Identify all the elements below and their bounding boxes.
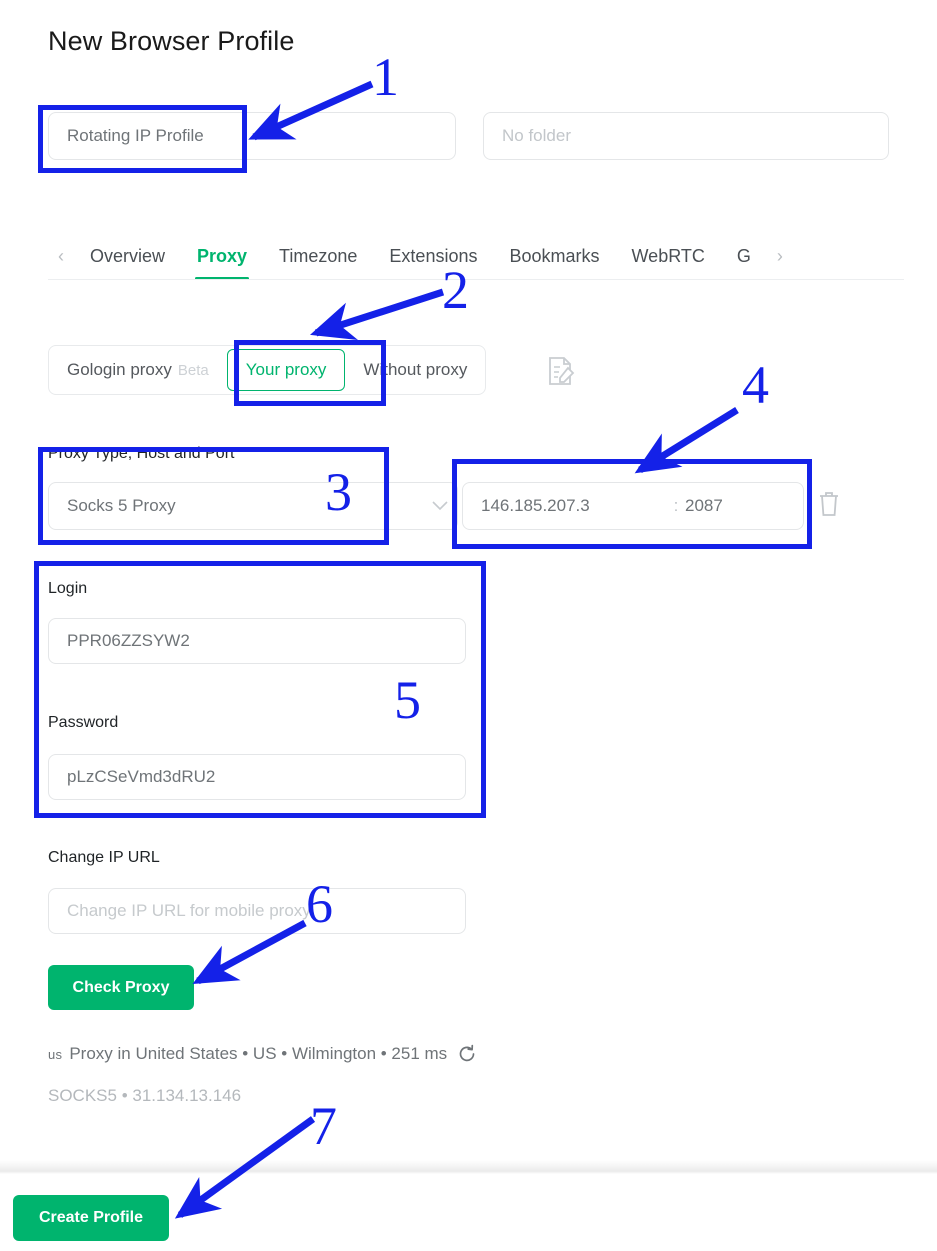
proxy-status-text: Proxy in United States • US • Wilmington…: [69, 1044, 447, 1064]
tabs-scroll-right-icon[interactable]: ›: [767, 247, 793, 265]
folder-placeholder: No folder: [502, 126, 571, 146]
page-title: New Browser Profile: [48, 26, 294, 57]
tab-overview[interactable]: Overview: [74, 232, 181, 280]
tab-g-truncated[interactable]: G: [721, 232, 767, 280]
annotation-number-5: 5: [394, 673, 421, 727]
tab-bookmarks[interactable]: Bookmarks: [493, 232, 615, 280]
change-ip-url-placeholder: Change IP URL for mobile proxy: [67, 901, 311, 921]
annotation-number-4: 4: [742, 358, 769, 412]
login-input[interactable]: PPR06ZZSYW2: [48, 618, 466, 664]
annotation-number-7: 7: [310, 1099, 337, 1153]
tab-timezone[interactable]: Timezone: [263, 232, 373, 280]
tab-extensions[interactable]: Extensions: [373, 232, 493, 280]
proxy-host-input[interactable]: 146.185.207.3: [463, 496, 667, 516]
host-port-separator: :: [667, 496, 685, 516]
proxy-port-input[interactable]: 2087: [685, 496, 803, 516]
proxy-type-label: Proxy Type, Host and Port: [48, 445, 234, 463]
segment-your-proxy-label: Your proxy: [246, 360, 327, 380]
folder-select-input[interactable]: No folder: [483, 112, 889, 160]
edit-document-icon[interactable]: [546, 355, 576, 387]
annotation-number-1: 1: [372, 50, 399, 104]
proxy-mode-segmented-control: Gologin proxy Beta Your proxy Without pr…: [48, 345, 486, 395]
segment-without-proxy-label: Without proxy: [363, 360, 467, 380]
tabs-underline: [48, 279, 904, 280]
create-profile-button[interactable]: Create Profile: [13, 1195, 169, 1241]
new-browser-profile-screen: New Browser Profile Rotating IP Profile …: [0, 0, 937, 1251]
password-label: Password: [48, 714, 118, 732]
profile-name-value: Rotating IP Profile: [67, 126, 204, 146]
check-proxy-button[interactable]: Check Proxy: [48, 965, 194, 1010]
tab-proxy[interactable]: Proxy: [181, 232, 263, 280]
tabs-scroll-left-icon[interactable]: ‹: [48, 247, 74, 265]
tab-webrtc[interactable]: WebRTC: [616, 232, 721, 280]
trash-icon[interactable]: [817, 490, 841, 518]
proxy-status-primary: us Proxy in United States • US • Wilming…: [48, 1044, 477, 1064]
host-port-input-group[interactable]: 146.185.207.3 : 2087: [462, 482, 804, 530]
profile-name-input[interactable]: Rotating IP Profile: [48, 112, 456, 160]
segment-gologin-proxy[interactable]: Gologin proxy Beta: [49, 346, 227, 394]
change-ip-url-input[interactable]: Change IP URL for mobile proxy: [48, 888, 466, 934]
proxy-status-secondary: SOCKS5 • 31.134.13.146: [48, 1086, 241, 1106]
proxy-type-select[interactable]: Socks 5 Proxy: [48, 482, 458, 530]
refresh-icon[interactable]: [457, 1044, 477, 1064]
password-input[interactable]: pLzCSeVmd3dRU2: [48, 754, 466, 800]
segment-without-proxy[interactable]: Without proxy: [345, 346, 485, 394]
chevron-down-icon[interactable]: [432, 498, 448, 514]
login-label: Login: [48, 580, 87, 598]
segment-gologin-proxy-label: Gologin proxy: [67, 360, 172, 380]
bottom-bar-divider: [0, 1160, 937, 1174]
proxy-type-value: Socks 5 Proxy: [67, 496, 176, 516]
segment-your-proxy[interactable]: Your proxy: [227, 349, 346, 391]
profile-settings-tabs: ‹ Overview Proxy Timezone Extensions Boo…: [48, 232, 904, 280]
beta-badge: Beta: [178, 362, 209, 379]
login-value: PPR06ZZSYW2: [67, 631, 190, 651]
change-ip-url-label: Change IP URL: [48, 849, 160, 867]
country-flag-us-icon: us: [48, 1047, 62, 1062]
password-value: pLzCSeVmd3dRU2: [67, 767, 215, 787]
